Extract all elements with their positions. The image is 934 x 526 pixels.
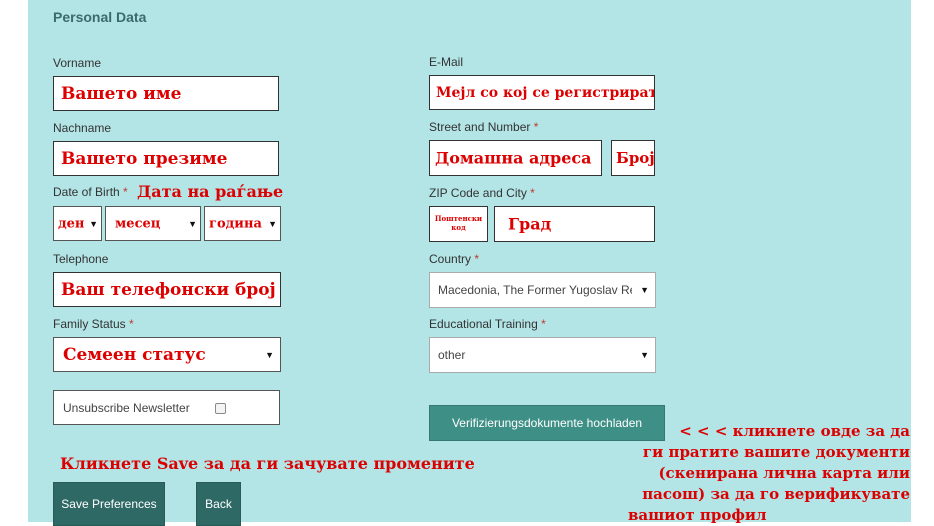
upload-hint-line: (скенирана лична карта или xyxy=(658,464,910,482)
chevron-down-icon: ▼ xyxy=(268,218,277,229)
city-value: Град xyxy=(508,214,552,234)
street-number-input[interactable]: Број xyxy=(611,140,655,176)
education-required-mark: * xyxy=(541,317,546,331)
email-label: E-Mail xyxy=(429,55,464,69)
vorname-value: Вашето име xyxy=(61,83,182,104)
zip-input[interactable]: Поштенски код xyxy=(429,206,488,242)
upload-hint-line: < < < кликнете овде за да xyxy=(679,422,910,440)
chevron-down-icon: ▼ xyxy=(188,218,197,229)
vorname-input[interactable]: Вашето име xyxy=(53,76,279,111)
telephone-value: Ваш телефонски број xyxy=(61,279,276,300)
chevron-down-icon: ▼ xyxy=(89,218,98,229)
country-label-text: Country xyxy=(429,252,472,266)
newsletter-checkbox[interactable] xyxy=(215,403,226,414)
country-required-mark: * xyxy=(474,252,480,266)
street-value: Домашна адреса xyxy=(435,148,592,168)
back-button[interactable]: Back xyxy=(196,482,241,526)
dob-day-select[interactable]: ден ▼ xyxy=(53,206,102,241)
country-select[interactable]: Macedonia, The Former Yugoslav Re ▼ xyxy=(429,272,656,308)
email-input[interactable]: Мејл со кој се регистрирате xyxy=(429,75,655,110)
education-value: other xyxy=(438,348,466,362)
newsletter-box[interactable]: Unsubscribe Newsletter xyxy=(53,390,280,425)
dob-day-value: ден xyxy=(58,216,85,231)
dob-year-value: година xyxy=(209,216,262,231)
email-value: Мејл со кој се регистрирате xyxy=(436,84,655,101)
upload-hint: < < < кликнете овде за да ги пратите ваш… xyxy=(624,421,910,526)
family-status-value: Семеен статус xyxy=(63,344,206,365)
zip-city-label-text: ZIP Code and City xyxy=(429,186,527,200)
dob-label: Date of Birth * xyxy=(53,185,128,199)
dob-required-mark: * xyxy=(123,185,128,199)
vorname-label: Vorname xyxy=(53,56,102,70)
education-label: Educational Training * xyxy=(429,317,546,331)
dob-label-text: Date of Birth xyxy=(53,185,120,199)
education-label-text: Educational Training xyxy=(429,317,538,331)
dob-hint: Дата на раѓање xyxy=(137,182,284,201)
dob-month-select[interactable]: месец ▼ xyxy=(105,206,201,241)
dob-month-value: месец xyxy=(115,216,161,231)
family-status-label: Family Status * xyxy=(53,317,134,331)
chevron-down-icon: ▼ xyxy=(265,349,274,360)
save-hint: Кликнете Save за да ги зачувате променит… xyxy=(60,454,475,473)
zip-city-required-mark: * xyxy=(530,186,535,200)
nachname-label: Nachname xyxy=(53,121,112,135)
dob-year-select[interactable]: година ▼ xyxy=(204,206,281,241)
chevron-down-icon: ▼ xyxy=(640,285,649,295)
section-title: Personal Data xyxy=(53,9,147,25)
save-preferences-button[interactable]: Save Preferences xyxy=(53,482,165,526)
country-label: Country * xyxy=(429,252,479,266)
upload-hint-line: ги пратите вашите документи xyxy=(642,443,910,461)
street-label-text: Street and Number xyxy=(429,120,531,134)
nachname-value: Вашето презиме xyxy=(61,148,228,169)
upload-hint-line: вашиот профил xyxy=(628,506,767,524)
chevron-down-icon: ▼ xyxy=(640,350,649,360)
zip-city-label: ZIP Code and City * xyxy=(429,186,535,200)
nachname-input[interactable]: Вашето презиме xyxy=(53,141,279,176)
zip-value: Поштенски код xyxy=(434,214,483,232)
family-status-select[interactable]: Семеен статус ▼ xyxy=(53,337,281,372)
newsletter-label: Unsubscribe Newsletter xyxy=(63,400,190,415)
telephone-input[interactable]: Ваш телефонски број xyxy=(53,272,281,307)
education-select[interactable]: other ▼ xyxy=(429,337,656,373)
city-input[interactable]: Град xyxy=(494,206,655,242)
family-status-required-mark: * xyxy=(129,317,134,331)
street-number-value: Број xyxy=(616,149,655,167)
street-input[interactable]: Домашна адреса xyxy=(429,140,602,176)
family-status-label-text: Family Status xyxy=(53,317,126,331)
telephone-label: Telephone xyxy=(53,252,109,266)
street-label: Street and Number * xyxy=(429,120,538,134)
street-required-mark: * xyxy=(533,120,539,134)
country-value: Macedonia, The Former Yugoslav Re xyxy=(438,283,632,297)
upload-hint-line: пасош) за да го верификувате xyxy=(642,485,910,503)
